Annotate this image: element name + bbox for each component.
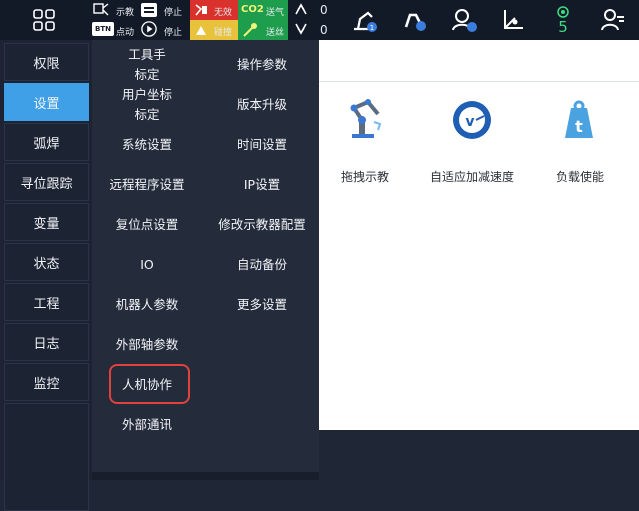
menu-user-frame-calibration[interactable]: 用户坐标 标定: [99, 85, 195, 125]
teach-mode-icon: [93, 3, 109, 16]
sidebar-item-project[interactable]: 工程: [4, 283, 89, 321]
menu-tool-calibration-line1: 工具手: [128, 47, 166, 62]
bottom-bar: [319, 430, 639, 480]
gripper-icon: [404, 13, 426, 31]
tool-button[interactable]: [388, 0, 438, 40]
feature-load-enable[interactable]: t 负载使能: [545, 98, 615, 192]
sidebar-item-permissions[interactable]: 权限: [4, 43, 89, 81]
svg-text:v: v: [465, 114, 474, 130]
feed-gas-label: 送气: [266, 8, 285, 18]
svg-text:t: t: [575, 117, 583, 136]
sidebar-item-status[interactable]: 状态: [4, 243, 89, 281]
sidebar-item-monitor[interactable]: 监控: [4, 363, 89, 401]
mode-status-group: 示教 停止 BTN 点动 停止: [90, 0, 190, 40]
menu-io[interactable]: IO: [95, 254, 199, 276]
collision-label: 碰撞: [214, 28, 233, 38]
stop-label-2: 停止: [164, 28, 183, 38]
menu-time-settings[interactable]: 时间设置: [205, 134, 319, 156]
warning-button[interactable]: 5: [538, 0, 588, 40]
teach-label: 示教: [116, 8, 135, 18]
weight-load-icon: t: [565, 100, 593, 138]
feature-adaptive-accel[interactable]: v 自适应加减速度: [420, 98, 524, 192]
menu-external-axis-params[interactable]: 外部轴参数: [95, 334, 199, 356]
menu-version-upgrade[interactable]: 版本升级: [205, 94, 319, 116]
invalid-label: 无效: [214, 8, 233, 18]
user-badge: 1: [370, 24, 374, 32]
robot-arm-drag-icon: [350, 99, 382, 138]
top-status-bar: 示教 停止 BTN 点动 停止 无效 碰撞 CO2 送气 送丝 0 0 1 5: [0, 0, 639, 40]
sidebar-item-log[interactable]: 日志: [4, 323, 89, 361]
menu-robot-params[interactable]: 机器人参数: [95, 294, 199, 316]
robot-arm-icon: 1: [354, 11, 377, 32]
account-icon: [601, 9, 624, 31]
co2-label: CO2: [241, 4, 264, 15]
feature-drag-teach[interactable]: 拖拽示教: [330, 98, 400, 192]
menu-external-comm[interactable]: 外部通讯: [95, 414, 199, 436]
play-icon[interactable]: [140, 21, 158, 37]
counter-down: 0: [320, 23, 328, 37]
sidebar-empty-slot: [4, 403, 89, 511]
speedometer-icon: v: [453, 101, 491, 139]
collision-status: 无效 碰撞: [190, 0, 238, 40]
counter-group: 0 0: [288, 0, 336, 40]
sidebar-item-variables[interactable]: 变量: [4, 203, 89, 241]
menu-reset-point[interactable]: 复位点设置: [95, 214, 199, 236]
sidebar-item-seam-tracking[interactable]: 寻位跟踪: [4, 163, 89, 201]
wire-feed-label: 送丝: [266, 28, 285, 38]
menu-auto-backup[interactable]: 自动备份: [205, 254, 319, 276]
submenu-bottom-edge: [92, 472, 319, 480]
home-grid-button[interactable]: [0, 0, 88, 40]
feature-load-enable-label: 负载使能: [555, 170, 604, 184]
stop-icon[interactable]: [140, 2, 158, 18]
down-arrow-icon: [295, 23, 307, 35]
menu-more-settings[interactable]: 更多设置: [205, 294, 319, 316]
feature-adaptive-accel-label: 自适应加减速度: [429, 170, 514, 184]
menu-tool-calibration[interactable]: 工具手 标定: [99, 45, 195, 85]
user-icon: [452, 9, 477, 32]
menu-operation-params[interactable]: 操作参数: [205, 54, 319, 76]
menu-user-frame-line1: 用户坐标: [121, 87, 172, 102]
main-header: [319, 40, 639, 82]
grid-icon: [33, 9, 55, 31]
coordinate-button[interactable]: [488, 0, 538, 40]
coordinate-axes-icon: [504, 10, 523, 29]
collision-hand-icon: [196, 26, 206, 35]
jog-label: 点动: [116, 28, 135, 38]
feature-drag-teach-label: 拖拽示教: [340, 170, 389, 184]
menu-user-frame-line2: 标定: [134, 107, 160, 122]
user-button[interactable]: [438, 0, 488, 40]
counter-up: 0: [320, 3, 328, 17]
menu-ip-settings[interactable]: IP设置: [205, 174, 319, 196]
sidebar-item-settings[interactable]: 设置: [4, 83, 89, 121]
up-arrow-icon: [295, 3, 307, 15]
co2-status: CO2 送气 送丝: [238, 0, 288, 40]
collision-icon: [195, 4, 207, 16]
highlight-outline: [109, 364, 190, 404]
menu-tool-calibration-line2: 标定: [134, 67, 160, 82]
sidebar: 权限 设置 弧焊 寻位跟踪 变量 状态 工程 日志 监控: [0, 40, 92, 511]
robot-user-button[interactable]: 1: [338, 0, 388, 40]
warning-count: 5: [558, 18, 568, 36]
sidebar-item-arc-welding[interactable]: 弧焊: [4, 123, 89, 161]
account-button[interactable]: [588, 0, 638, 40]
wire-feed-icon: [243, 23, 257, 37]
btn-mode-icon: BTN: [92, 22, 114, 36]
menu-remote-program[interactable]: 远程程序设置: [95, 174, 199, 196]
menu-system-settings[interactable]: 系统设置: [95, 134, 199, 156]
menu-pendant-config[interactable]: 修改示教器配置: [205, 214, 319, 236]
alarm-icon: [557, 6, 569, 18]
stop-label-1: 停止: [164, 8, 183, 18]
